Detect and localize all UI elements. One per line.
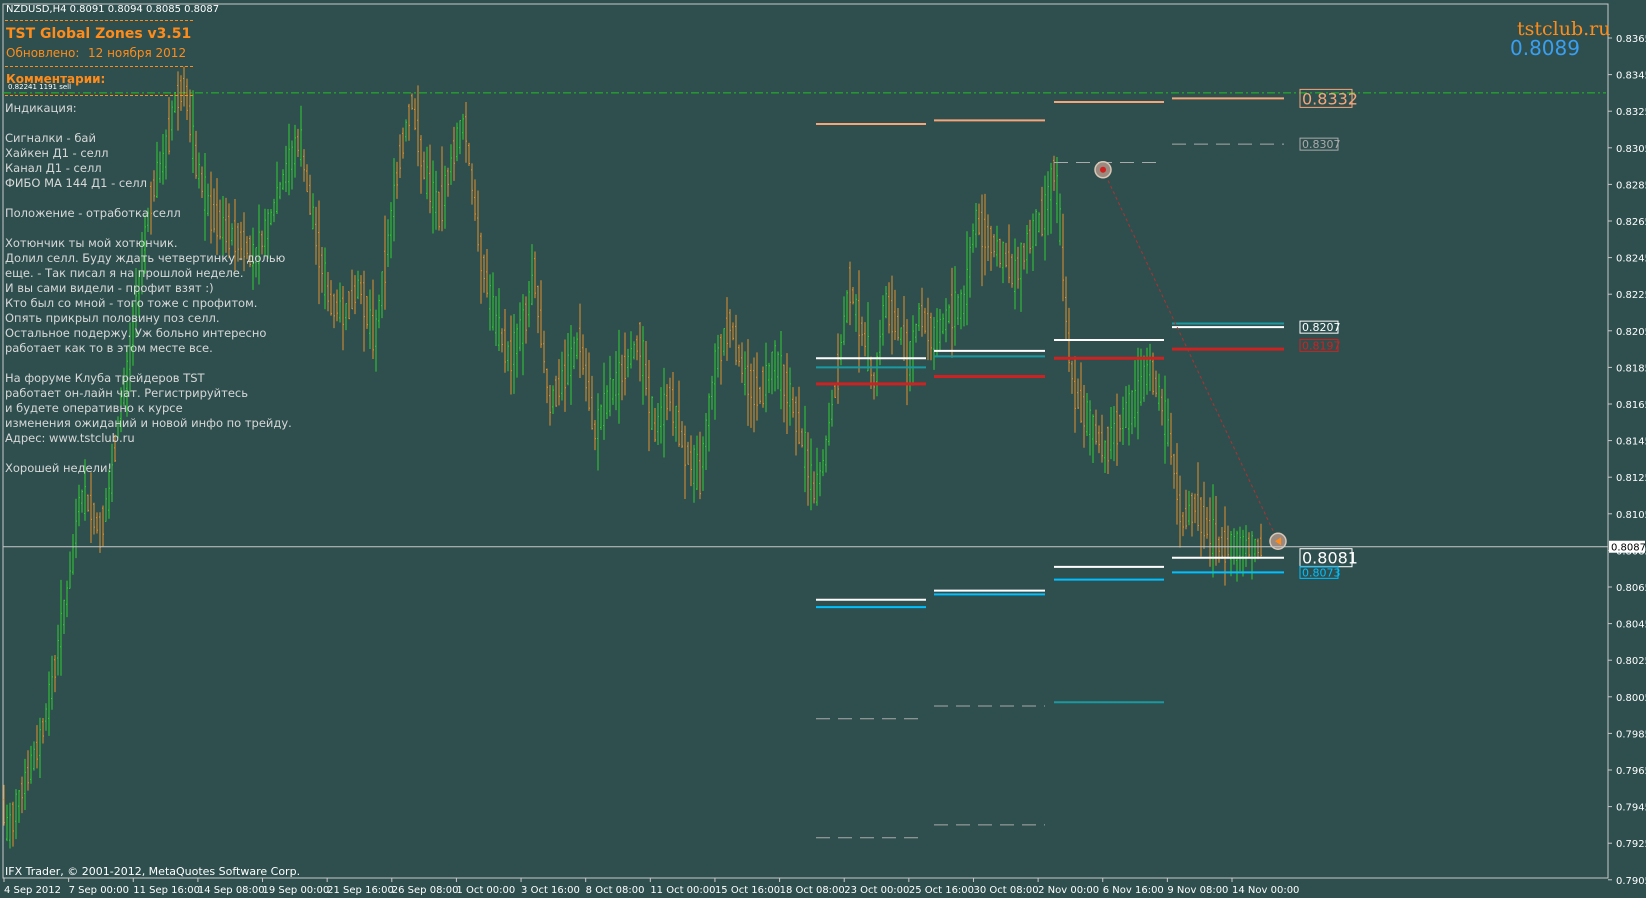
- x-tick-label: 23 Oct 00:00: [844, 885, 909, 896]
- y-tick-label: 0.8285: [1616, 180, 1646, 191]
- x-tick-label: 8 Oct 08:00: [586, 885, 645, 896]
- comment-line: Хотюнчик ты мой хотюнчик.: [5, 236, 178, 250]
- y-tick-label: 0.8265: [1616, 217, 1646, 228]
- x-tick-label: 11 Sep 16:00: [133, 885, 200, 896]
- y-tick-label: 0.8225: [1616, 290, 1646, 301]
- x-tick-label: 21 Sep 16:00: [327, 885, 394, 896]
- price-box-label: 0.8087: [1611, 543, 1646, 554]
- indicator-title: TST Global Zones v3.51: [6, 26, 192, 42]
- y-tick-label: 0.8345: [1616, 71, 1646, 82]
- comment-line: Кто был со мной - того тоже с профитом.: [5, 296, 258, 310]
- comment-line: Адрес: www.tstclub.ru: [5, 431, 135, 445]
- comment-line: ФИБО МА 144 Д1 - селл: [5, 176, 148, 190]
- comment-line: Сигналки - бай: [5, 131, 96, 145]
- comment-line: Остальное подержу. Уж больно интересно: [5, 326, 267, 340]
- x-tick-label: 11 Oct 00:00: [650, 885, 715, 896]
- comment-line: И вы сами видели - профит взят :): [5, 281, 214, 295]
- y-tick-label: 0.8145: [1616, 437, 1646, 448]
- comment-line: [5, 221, 292, 236]
- divider: [5, 20, 193, 21]
- comment-line: еще. - Так писал я на прошлой неделе.: [5, 266, 244, 280]
- comment-line: и будете оперативно к курсе: [5, 401, 183, 415]
- level-label: 0.8307: [1302, 138, 1341, 151]
- comment-line: [5, 356, 292, 371]
- comment-line: работает как то в этом месте все.: [5, 341, 213, 355]
- y-tick-label: 0.8045: [1616, 620, 1646, 631]
- level-label: 0.8332: [1302, 89, 1358, 108]
- comment-line: изменения ожиданий и новой инфо по трейд…: [5, 416, 292, 430]
- comment-line: Опять прикрыл половину поз селл.: [5, 311, 220, 325]
- x-tick-label: 7 Sep 00:00: [69, 885, 129, 896]
- y-tick-label: 0.8125: [1616, 473, 1646, 484]
- y-tick-label: 0.7965: [1616, 766, 1646, 777]
- x-tick-label: 1 Oct 00:00: [456, 885, 515, 896]
- x-tick-label: 6 Nov 16:00: [1103, 885, 1164, 896]
- divider: [5, 66, 193, 67]
- x-tick-label: 9 Nov 08:00: [1167, 885, 1228, 896]
- y-tick-label: 0.8065: [1616, 583, 1646, 594]
- x-tick-label: 18 Oct 08:00: [780, 885, 845, 896]
- comment-line: Индикация:: [5, 101, 77, 115]
- x-tick-label: 19 Sep 00:00: [263, 885, 330, 896]
- x-tick-label: 26 Sep 08:00: [392, 885, 459, 896]
- comment-line: На форуме Клуба трейдеров TST: [5, 371, 205, 385]
- updated-label: Обновлено:: [6, 46, 80, 60]
- y-tick-label: 0.8005: [1616, 693, 1646, 704]
- comment-line: Положение - отработка селл: [5, 206, 181, 220]
- level-label: 0.8207: [1302, 321, 1341, 334]
- comment-line: Долил селл. Буду ждать четвертинку - дол…: [5, 251, 286, 265]
- y-tick-label: 0.7985: [1616, 729, 1646, 740]
- y-tick-label: 0.7945: [1616, 803, 1646, 814]
- y-tick-label: 0.8025: [1616, 656, 1646, 667]
- small-note: 0.82241 1191 sell: [8, 83, 72, 91]
- marker-dot: [1100, 166, 1106, 173]
- x-axis: 4 Sep 2012 7 Sep 00:00 11 Sep 16:0014 Sep …: [3, 878, 1299, 896]
- x-tick-label: 3 Oct 16:00: [521, 885, 580, 896]
- y-axis: 0.8365 0.8345 0.8325 0.8305 0.8285 0.8265 0.82…: [1608, 34, 1646, 887]
- zone-lines: [816, 97, 1284, 839]
- x-tick-label: 14 Sep 08:00: [198, 885, 265, 896]
- x-tick-label: 4 Sep 2012: [4, 885, 61, 896]
- level-label: 0.8081: [1302, 549, 1358, 568]
- y-tick-label: 0.7925: [1616, 839, 1646, 850]
- level-label: 0.8073: [1302, 566, 1341, 579]
- comment-line: работает он-лайн чат. Регистрируйтесь: [5, 386, 249, 400]
- copyright: IFX Trader, © 2001-2012, MetaQuotes Soft…: [5, 865, 301, 878]
- comment-line: Хайкен Д1 - селл: [5, 146, 109, 160]
- y-tick-label: 0.8245: [1616, 254, 1646, 265]
- y-tick-label: 0.8105: [1616, 510, 1646, 521]
- symbol-info: NZDUSD,H4 0.8091 0.8094 0.8085 0.8087: [6, 4, 220, 15]
- y-tick-label: 0.8365: [1616, 34, 1646, 45]
- trade-line: [1102, 169, 1279, 542]
- y-tick-label: 0.8325: [1616, 107, 1646, 118]
- y-tick-label: 0.8165: [1616, 400, 1646, 411]
- comment-line: [5, 446, 292, 461]
- level-label: 0.8197: [1302, 339, 1341, 352]
- comment-line: [5, 191, 292, 206]
- comment-line: Хорошей недели!: [5, 461, 113, 475]
- y-tick-label: 0.8305: [1616, 144, 1646, 155]
- x-tick-label: 15 Oct 16:00: [715, 885, 780, 896]
- updated-date: 12 ноября 2012: [88, 46, 187, 60]
- comment-line: [5, 116, 292, 131]
- chart-window: { "header": { "symbol_line": "NZDUSD,H4 …: [0, 0, 1646, 898]
- x-tick-label: 30 Oct 08:00: [973, 885, 1038, 896]
- x-tick-label: 25 Oct 16:00: [909, 885, 974, 896]
- comment-line: Канал Д1 - селл: [5, 161, 102, 175]
- comments-list: Индикация: Сигналки - бай Хайкен Д1 - се…: [5, 101, 292, 476]
- watermark-price: 0.8089: [1510, 36, 1580, 60]
- y-tick-label: 0.8205: [1616, 327, 1646, 338]
- x-tick-label: 14 Nov 00:00: [1232, 885, 1299, 896]
- divider: [5, 95, 193, 96]
- y-tick-label: 0.7905: [1616, 876, 1646, 887]
- x-tick-label: 2 Nov 00:00: [1038, 885, 1099, 896]
- y-tick-label: 0.8185: [1616, 363, 1646, 374]
